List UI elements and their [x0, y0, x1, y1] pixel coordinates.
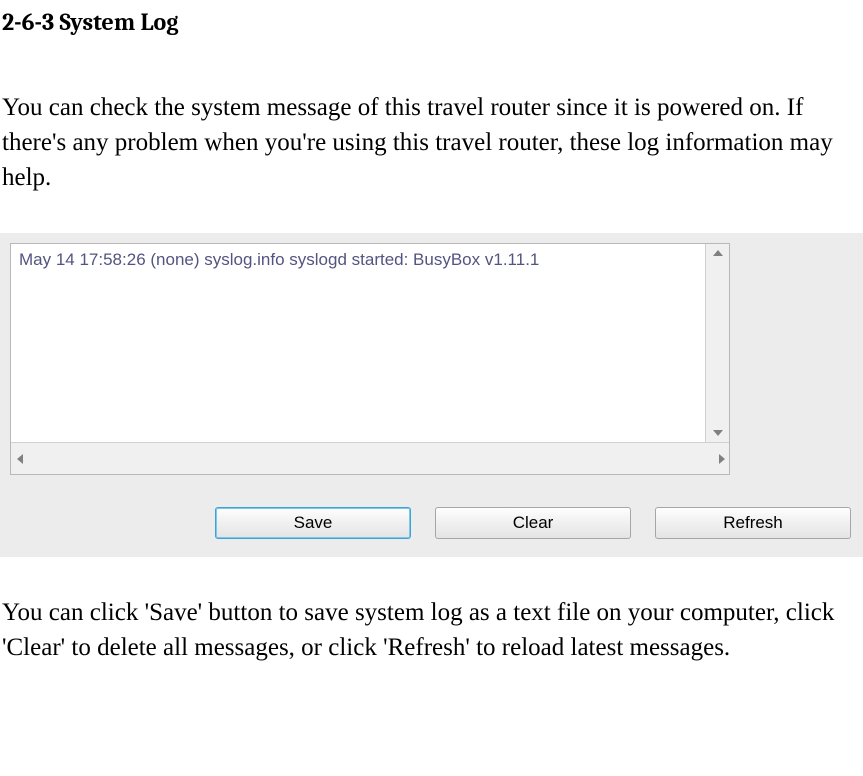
- save-button[interactable]: Save: [215, 507, 411, 539]
- horizontal-scrollbar[interactable]: [11, 442, 730, 474]
- refresh-button[interactable]: Refresh: [655, 507, 851, 539]
- outro-paragraph: You can click 'Save' button to save syst…: [0, 557, 863, 665]
- button-row: Save Clear Refresh: [10, 475, 851, 539]
- section-heading: 2-6-3 System Log: [0, 0, 863, 36]
- scroll-left-icon[interactable]: [17, 454, 23, 464]
- scroll-right-icon[interactable]: [719, 454, 725, 464]
- system-log-panel: May 14 17:58:26 (none) syslog.info syslo…: [0, 233, 863, 557]
- clear-button[interactable]: Clear: [435, 507, 631, 539]
- scroll-down-icon[interactable]: [713, 430, 723, 436]
- scroll-up-icon[interactable]: [713, 250, 723, 256]
- intro-paragraph: You can check the system message of this…: [0, 36, 863, 195]
- vertical-scrollbar[interactable]: [705, 244, 729, 442]
- log-content[interactable]: May 14 17:58:26 (none) syslog.info syslo…: [11, 244, 705, 442]
- log-textarea-container: May 14 17:58:26 (none) syslog.info syslo…: [10, 243, 730, 475]
